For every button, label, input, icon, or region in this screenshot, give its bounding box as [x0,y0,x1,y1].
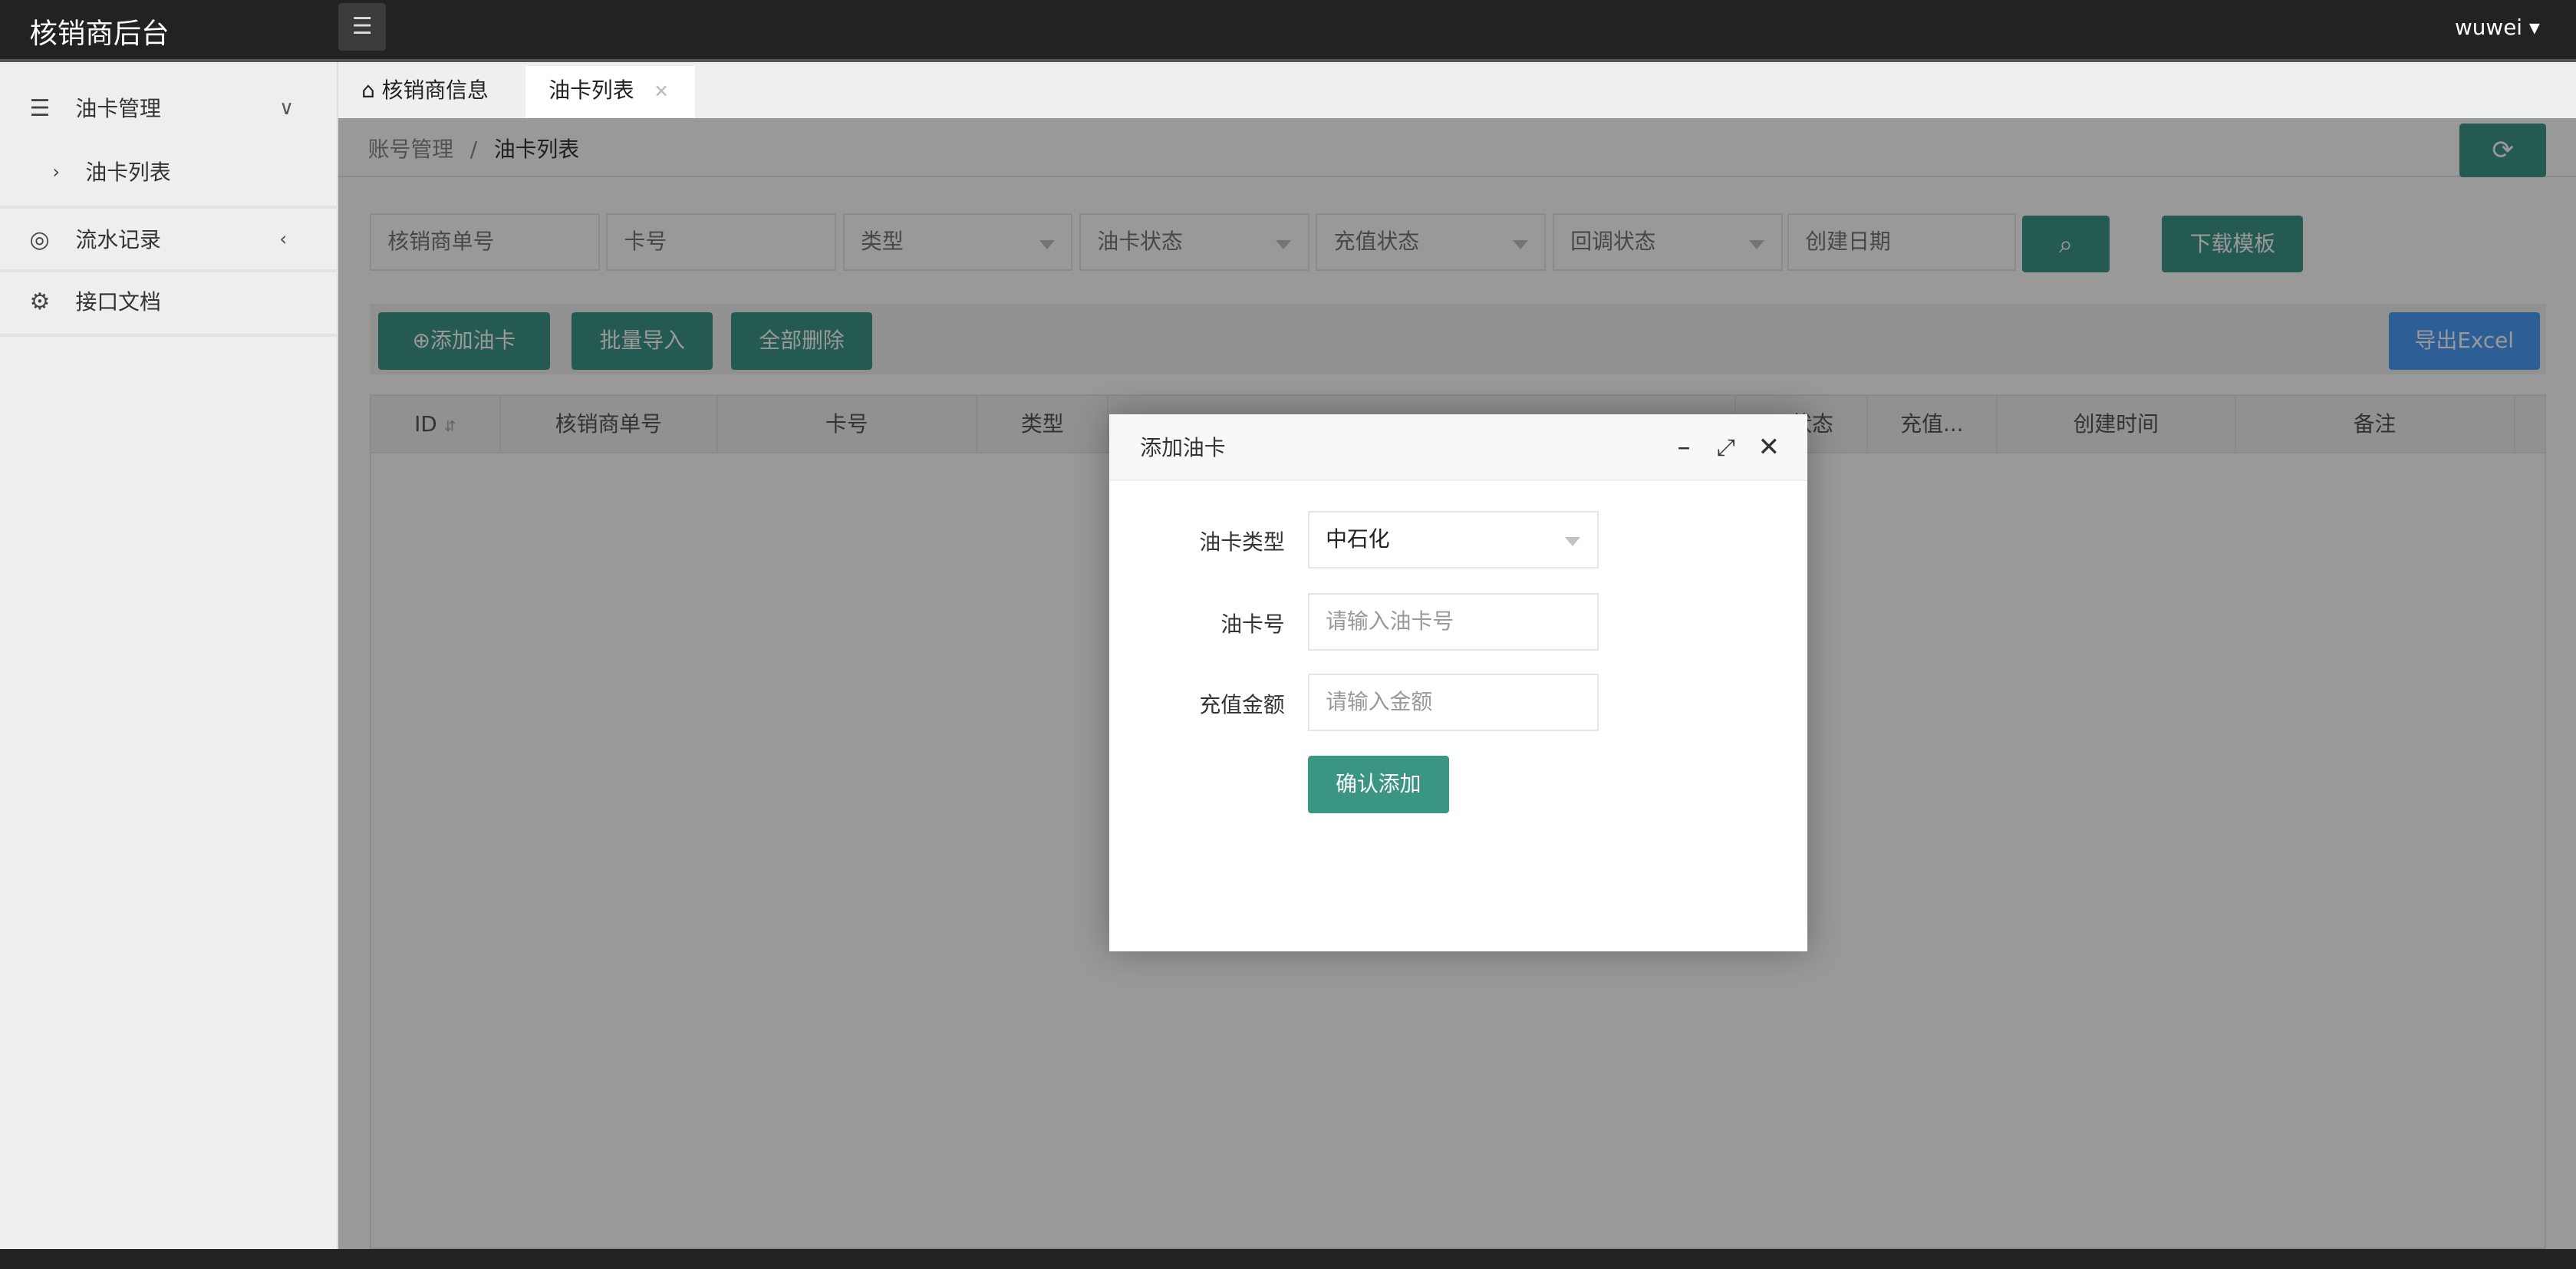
dialog-title: 添加油卡 [1140,434,1226,460]
card-no-field[interactable]: 请输入油卡号 [1307,593,1599,651]
footer-bar [0,1248,2576,1269]
divider [0,333,339,338]
amount-field[interactable]: 请输入金额 [1307,674,1599,731]
sidebar-item-card-list[interactable]: › 油卡列表 [0,141,338,203]
sidebar: ☰ 油卡管理 ∨ › 油卡列表 ◎ 流水记录 ‹ ⚙ 接口文档 [0,62,339,1249]
dialog-title-bar: 添加油卡 – ⤢ ✕ [1108,414,1807,482]
dropdown-arrow-icon [1565,537,1581,546]
amount-label: 充值金额 [1199,692,1285,718]
sidebar-item-label: 接口文档 [75,289,161,315]
sidebar-item-transactions[interactable]: ◎ 流水记录 ‹ [0,209,338,271]
gear-icon: ⚙ [29,288,51,316]
tab-merchant-info[interactable]: ⌂ 核销商信息 [338,66,525,119]
minimize-icon[interactable]: – [1678,414,1691,482]
app: 核销商后台 ☰ wuwei ▾ ☰ 油卡管理 ∨ › 油卡列表 ◎ 流水记录 ‹ ⚙ 接口文… [0,0,2576,1269]
tab-card-list[interactable]: 油卡列表 ✕ [525,65,695,119]
chevron-down-icon: ∨ [279,96,294,120]
select-value: 中石化 [1326,526,1390,552]
card-no-label: 油卡号 [1220,611,1285,638]
sidebar-item-api-docs[interactable]: ⚙ 接口文档 [0,271,338,333]
tab-label: 油卡列表 [548,77,634,103]
username: wuwei [2455,15,2523,41]
close-tab-icon[interactable]: ✕ [654,81,669,102]
card-type-select[interactable]: 中石化 [1307,511,1599,569]
sidebar-item-label: 油卡管理 [75,95,161,121]
top-header: 核销商后台 ☰ wuwei ▾ [0,0,2576,63]
clock-icon: ◎ [29,226,50,253]
database-icon: ☰ [29,94,51,122]
card-type-label: 油卡类型 [1199,529,1285,555]
sidebar-item-label: 油卡列表 [85,160,171,186]
chevron-left-icon: ‹ [279,227,288,251]
tab-bar: ⌂ 核销商信息 油卡列表 ✕ [338,62,2576,119]
app-title: 核销商后台 [29,16,170,50]
tab-label: 核销商信息 [381,77,489,103]
sidebar-item-card-management[interactable]: ☰ 油卡管理 ∨ [0,77,338,140]
sidebar-item-label: 流水记录 [75,226,161,252]
user-menu[interactable]: wuwei ▾ [2455,15,2540,40]
confirm-add-button[interactable]: 确认添加 [1307,756,1449,814]
menu-toggle-icon[interactable]: ☰ [338,3,387,51]
caret-down-icon: ▾ [2528,15,2540,41]
close-icon[interactable]: ✕ [1757,414,1780,482]
chevron-right-icon: › [52,161,60,183]
maximize-icon[interactable]: ⤢ [1717,414,1735,482]
add-card-dialog: 添加油卡 – ⤢ ✕ 油卡类型 中石化 油卡号 请输入油卡号 充值金额 请输入金… [1108,414,1807,951]
home-icon: ⌂ [361,77,375,103]
